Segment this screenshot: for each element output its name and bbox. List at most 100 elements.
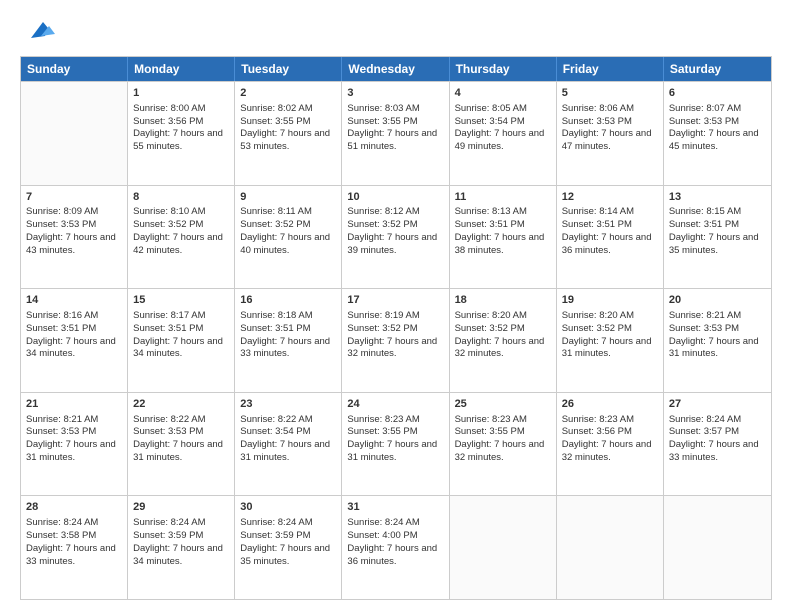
day-number: 30 bbox=[240, 500, 336, 515]
day-number: 12 bbox=[562, 190, 658, 205]
empty-cell bbox=[664, 496, 771, 599]
day-cell-29: 29 Sunrise: 8:24 AMSunset: 3:59 PMDayligh… bbox=[128, 496, 235, 599]
day-info: Sunrise: 8:07 AMSunset: 3:53 PMDaylight:… bbox=[669, 103, 766, 154]
logo-text bbox=[20, 18, 55, 46]
day-cell-5: 5 Sunrise: 8:06 AMSunset: 3:53 PMDaylight… bbox=[557, 82, 664, 185]
day-number: 13 bbox=[669, 190, 766, 205]
day-info: Sunrise: 8:24 AMSunset: 3:59 PMDaylight:… bbox=[133, 517, 229, 568]
day-info: Sunrise: 8:02 AMSunset: 3:55 PMDaylight:… bbox=[240, 103, 336, 154]
day-cell-12: 12Sunrise: 8:14 AMSunset: 3:51 PMDayligh… bbox=[557, 186, 664, 289]
day-cell-24: 24 Sunrise: 8:23 AMSunset: 3:55 PMDayligh… bbox=[342, 393, 449, 496]
day-info: Sunrise: 8:22 AMSunset: 3:54 PMDaylight:… bbox=[240, 414, 336, 465]
day-cell-26: 26 Sunrise: 8:23 AMSunset: 3:56 PMDayligh… bbox=[557, 393, 664, 496]
day-cell-13: 13Sunrise: 8:15 AMSunset: 3:51 PMDayligh… bbox=[664, 186, 771, 289]
day-info: Sunrise: 8:14 AMSunset: 3:51 PMDaylight:… bbox=[562, 206, 658, 257]
day-cell-1: 1 Sunrise: 8:00 AMSunset: 3:56 PMDaylight… bbox=[128, 82, 235, 185]
day-number: 31 bbox=[347, 500, 443, 515]
day-number: 18 bbox=[455, 293, 551, 308]
day-number: 25 bbox=[455, 397, 551, 412]
day-cell-30: 30Sunrise: 8:24 AMSunset: 3:59 PMDayligh… bbox=[235, 496, 342, 599]
day-cell-9: 9Sunrise: 8:11 AMSunset: 3:52 PMDaylight… bbox=[235, 186, 342, 289]
logo bbox=[20, 18, 55, 46]
day-cell-3: 3 Sunrise: 8:03 AMSunset: 3:55 PMDaylight… bbox=[342, 82, 449, 185]
day-info: Sunrise: 8:19 AMSunset: 3:52 PMDaylight:… bbox=[347, 310, 443, 361]
day-info: Sunrise: 8:23 AMSunset: 3:55 PMDaylight:… bbox=[347, 414, 443, 465]
day-cell-17: 17 Sunrise: 8:19 AMSunset: 3:52 PMDayligh… bbox=[342, 289, 449, 392]
day-number: 5 bbox=[562, 86, 658, 101]
day-cell-10: 10Sunrise: 8:12 AMSunset: 3:52 PMDayligh… bbox=[342, 186, 449, 289]
day-info: Sunrise: 8:00 AMSunset: 3:56 PMDaylight:… bbox=[133, 103, 229, 154]
day-number: 26 bbox=[562, 397, 658, 412]
day-info: Sunrise: 8:18 AMSunset: 3:51 PMDaylight:… bbox=[240, 310, 336, 361]
weekday-header-monday: Monday bbox=[128, 57, 235, 81]
day-info: Sunrise: 8:24 AMSunset: 3:57 PMDaylight:… bbox=[669, 414, 766, 465]
day-number: 3 bbox=[347, 86, 443, 101]
day-info: Sunrise: 8:10 AMSunset: 3:52 PMDaylight:… bbox=[133, 206, 229, 257]
calendar-body: 1 Sunrise: 8:00 AMSunset: 3:56 PMDaylight… bbox=[21, 81, 771, 599]
day-info: Sunrise: 8:21 AMSunset: 3:53 PMDaylight:… bbox=[669, 310, 766, 361]
calendar-header: SundayMondayTuesdayWednesdayThursdayFrid… bbox=[21, 57, 771, 81]
day-cell-15: 15Sunrise: 8:17 AMSunset: 3:51 PMDayligh… bbox=[128, 289, 235, 392]
header bbox=[20, 18, 772, 46]
weekday-header-thursday: Thursday bbox=[450, 57, 557, 81]
day-number: 17 bbox=[347, 293, 443, 308]
day-info: Sunrise: 8:20 AMSunset: 3:52 PMDaylight:… bbox=[455, 310, 551, 361]
day-number: 8 bbox=[133, 190, 229, 205]
weekday-header-sunday: Sunday bbox=[21, 57, 128, 81]
empty-cell bbox=[450, 496, 557, 599]
day-cell-16: 16 Sunrise: 8:18 AMSunset: 3:51 PMDayligh… bbox=[235, 289, 342, 392]
day-info: Sunrise: 8:15 AMSunset: 3:51 PMDaylight:… bbox=[669, 206, 766, 257]
day-number: 23 bbox=[240, 397, 336, 412]
day-info: Sunrise: 8:24 AMSunset: 3:58 PMDaylight:… bbox=[26, 517, 122, 568]
day-number: 10 bbox=[347, 190, 443, 205]
calendar-week-2: 7Sunrise: 8:09 AMSunset: 3:53 PMDaylight… bbox=[21, 185, 771, 289]
day-info: Sunrise: 8:23 AMSunset: 3:56 PMDaylight:… bbox=[562, 414, 658, 465]
day-number: 4 bbox=[455, 86, 551, 101]
day-cell-23: 23 Sunrise: 8:22 AMSunset: 3:54 PMDayligh… bbox=[235, 393, 342, 496]
weekday-header-saturday: Saturday bbox=[664, 57, 771, 81]
day-number: 2 bbox=[240, 86, 336, 101]
day-info: Sunrise: 8:16 AMSunset: 3:51 PMDaylight:… bbox=[26, 310, 122, 361]
day-number: 15 bbox=[133, 293, 229, 308]
day-cell-18: 18 Sunrise: 8:20 AMSunset: 3:52 PMDayligh… bbox=[450, 289, 557, 392]
day-number: 6 bbox=[669, 86, 766, 101]
day-cell-21: 21Sunrise: 8:21 AMSunset: 3:53 PMDayligh… bbox=[21, 393, 128, 496]
empty-cell bbox=[557, 496, 664, 599]
day-info: Sunrise: 8:03 AMSunset: 3:55 PMDaylight:… bbox=[347, 103, 443, 154]
day-number: 16 bbox=[240, 293, 336, 308]
day-info: Sunrise: 8:20 AMSunset: 3:52 PMDaylight:… bbox=[562, 310, 658, 361]
day-info: Sunrise: 8:23 AMSunset: 3:55 PMDaylight:… bbox=[455, 414, 551, 465]
empty-cell bbox=[21, 82, 128, 185]
day-number: 24 bbox=[347, 397, 443, 412]
day-info: Sunrise: 8:12 AMSunset: 3:52 PMDaylight:… bbox=[347, 206, 443, 257]
day-info: Sunrise: 8:22 AMSunset: 3:53 PMDaylight:… bbox=[133, 414, 229, 465]
day-cell-11: 11Sunrise: 8:13 AMSunset: 3:51 PMDayligh… bbox=[450, 186, 557, 289]
day-info: Sunrise: 8:24 AMSunset: 4:00 PMDaylight:… bbox=[347, 517, 443, 568]
day-number: 1 bbox=[133, 86, 229, 101]
day-cell-22: 22 Sunrise: 8:22 AMSunset: 3:53 PMDayligh… bbox=[128, 393, 235, 496]
day-cell-4: 4 Sunrise: 8:05 AMSunset: 3:54 PMDaylight… bbox=[450, 82, 557, 185]
day-cell-19: 19Sunrise: 8:20 AMSunset: 3:52 PMDayligh… bbox=[557, 289, 664, 392]
day-number: 27 bbox=[669, 397, 766, 412]
calendar: SundayMondayTuesdayWednesdayThursdayFrid… bbox=[20, 56, 772, 600]
day-number: 9 bbox=[240, 190, 336, 205]
day-cell-28: 28 Sunrise: 8:24 AMSunset: 3:58 PMDayligh… bbox=[21, 496, 128, 599]
day-cell-14: 14Sunrise: 8:16 AMSunset: 3:51 PMDayligh… bbox=[21, 289, 128, 392]
day-info: Sunrise: 8:21 AMSunset: 3:53 PMDaylight:… bbox=[26, 414, 122, 465]
calendar-week-5: 28 Sunrise: 8:24 AMSunset: 3:58 PMDayligh… bbox=[21, 495, 771, 599]
day-number: 22 bbox=[133, 397, 229, 412]
day-info: Sunrise: 8:09 AMSunset: 3:53 PMDaylight:… bbox=[26, 206, 122, 257]
weekday-header-tuesday: Tuesday bbox=[235, 57, 342, 81]
day-info: Sunrise: 8:05 AMSunset: 3:54 PMDaylight:… bbox=[455, 103, 551, 154]
calendar-week-3: 14Sunrise: 8:16 AMSunset: 3:51 PMDayligh… bbox=[21, 288, 771, 392]
page: SundayMondayTuesdayWednesdayThursdayFrid… bbox=[0, 0, 792, 612]
day-number: 28 bbox=[26, 500, 122, 515]
day-number: 11 bbox=[455, 190, 551, 205]
day-cell-27: 27 Sunrise: 8:24 AMSunset: 3:57 PMDayligh… bbox=[664, 393, 771, 496]
logo-icon bbox=[23, 14, 55, 46]
day-info: Sunrise: 8:06 AMSunset: 3:53 PMDaylight:… bbox=[562, 103, 658, 154]
day-cell-2: 2 Sunrise: 8:02 AMSunset: 3:55 PMDaylight… bbox=[235, 82, 342, 185]
weekday-header-wednesday: Wednesday bbox=[342, 57, 449, 81]
day-number: 20 bbox=[669, 293, 766, 308]
day-number: 29 bbox=[133, 500, 229, 515]
